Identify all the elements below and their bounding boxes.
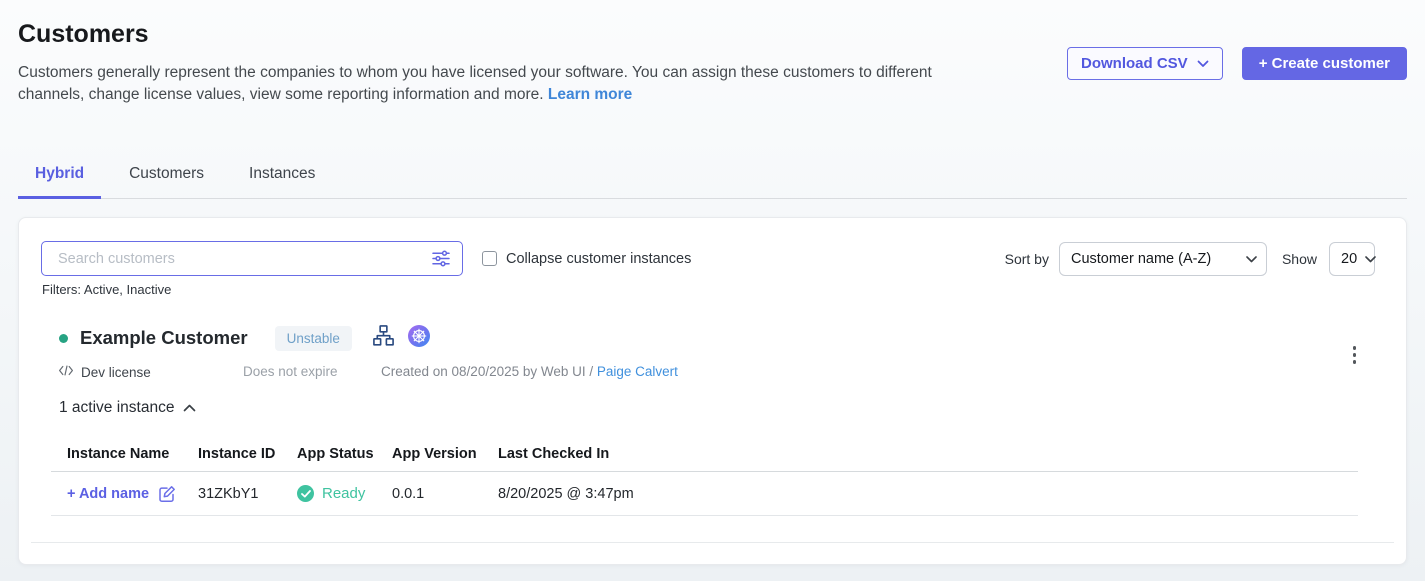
add-name-link[interactable]: + Add name	[67, 486, 149, 502]
header-actions: Download CSV + Create customer	[1067, 47, 1407, 80]
filter-sliders-icon[interactable]	[432, 250, 451, 267]
show-label: Show	[1282, 251, 1317, 267]
page-description-line1: Customers generally represent the compan…	[18, 64, 932, 81]
download-csv-button[interactable]: Download CSV	[1067, 47, 1223, 80]
show-select-value: 20	[1341, 251, 1357, 267]
column-header-instance-name: Instance Name	[67, 446, 198, 462]
column-header-last-checked-in: Last Checked In	[498, 446, 1358, 462]
chevron-up-icon	[183, 399, 196, 417]
app-version-cell: 0.0.1	[392, 486, 498, 502]
page-description-line2: channels, change license values, view so…	[18, 86, 544, 103]
last-checked-in-cell: 8/20/2025 @ 3:47pm	[498, 486, 1358, 502]
channel-badge: Unstable	[275, 326, 352, 351]
instance-name-cell: + Add name	[67, 485, 198, 503]
chevron-down-icon	[1197, 55, 1209, 72]
created-by-link[interactable]: Paige Calvert	[597, 364, 678, 379]
tab-customers[interactable]: Customers	[112, 152, 221, 199]
created-prefix: Created on 08/20/2025 by Web UI /	[381, 364, 597, 379]
tab-bar: Hybrid Customers Instances	[18, 152, 332, 199]
page-header: Customers Customers generally represent …	[18, 20, 998, 106]
instance-id-cell: 31ZKbY1	[198, 486, 297, 502]
license-row: Dev license Does not expire Created on 0…	[19, 364, 1406, 384]
customer-row-header: Example Customer Unstable	[59, 324, 430, 352]
toolbar: Collapse customer instances Sort by Cust…	[41, 241, 1375, 276]
card-bottom-divider	[31, 542, 1394, 543]
chevron-down-icon	[1365, 251, 1376, 267]
customers-panel: Collapse customer instances Sort by Cust…	[18, 217, 1407, 565]
column-header-app-version: App Version	[392, 446, 498, 462]
show-select[interactable]: 20	[1329, 242, 1375, 276]
tab-hybrid[interactable]: Hybrid	[18, 152, 101, 199]
kubernetes-icon	[408, 325, 430, 352]
active-instances-label: 1 active instance	[59, 399, 174, 417]
active-instances-toggle[interactable]: 1 active instance	[59, 399, 196, 417]
edit-icon[interactable]	[158, 485, 176, 503]
instance-table-row: + Add name 31ZKbY1 Ready 0.0.1 8/20/2025…	[51, 472, 1358, 516]
tab-instances[interactable]: Instances	[232, 152, 332, 199]
page-title: Customers	[18, 20, 998, 48]
download-csv-label: Download CSV	[1081, 55, 1188, 72]
chevron-down-icon	[1246, 251, 1257, 267]
instances-table: Instance Name Instance ID App Status App…	[51, 436, 1358, 516]
sitemap-icon	[372, 324, 395, 352]
active-status-dot	[59, 334, 68, 343]
column-header-instance-id: Instance ID	[198, 446, 297, 462]
instances-table-header: Instance Name Instance ID App Status App…	[51, 436, 1358, 472]
license-expiration: Does not expire	[243, 364, 338, 379]
collapse-instances-checkbox[interactable]	[482, 251, 497, 266]
create-customer-button[interactable]: + Create customer	[1242, 47, 1407, 80]
page-description: Customers generally represent the compan…	[18, 62, 998, 106]
sort-select[interactable]: Customer name (A-Z)	[1059, 242, 1267, 276]
check-circle-icon	[297, 485, 314, 502]
active-filters-text: Filters: Active, Inactive	[42, 282, 171, 297]
column-header-app-status: App Status	[297, 446, 392, 462]
sort-select-value: Customer name (A-Z)	[1071, 251, 1211, 267]
app-status-cell: Ready	[297, 485, 392, 502]
install-type-icons	[372, 324, 430, 352]
collapse-instances-control[interactable]: Collapse customer instances	[482, 251, 691, 267]
code-icon	[58, 364, 74, 380]
learn-more-link[interactable]: Learn more	[548, 86, 632, 103]
collapse-instances-label: Collapse customer instances	[506, 251, 691, 267]
sort-by-label: Sort by	[1005, 251, 1049, 267]
search-box	[41, 241, 463, 276]
customer-name-link[interactable]: Example Customer	[80, 327, 248, 349]
license-created-text: Created on 08/20/2025 by Web UI / Paige …	[381, 364, 678, 379]
license-type-label: Dev license	[81, 365, 151, 380]
app-status-text: Ready	[322, 485, 365, 502]
search-input[interactable]	[56, 250, 432, 268]
license-type: Dev license	[58, 364, 151, 380]
sort-show-controls: Sort by Customer name (A-Z) Show 20	[1005, 242, 1375, 276]
